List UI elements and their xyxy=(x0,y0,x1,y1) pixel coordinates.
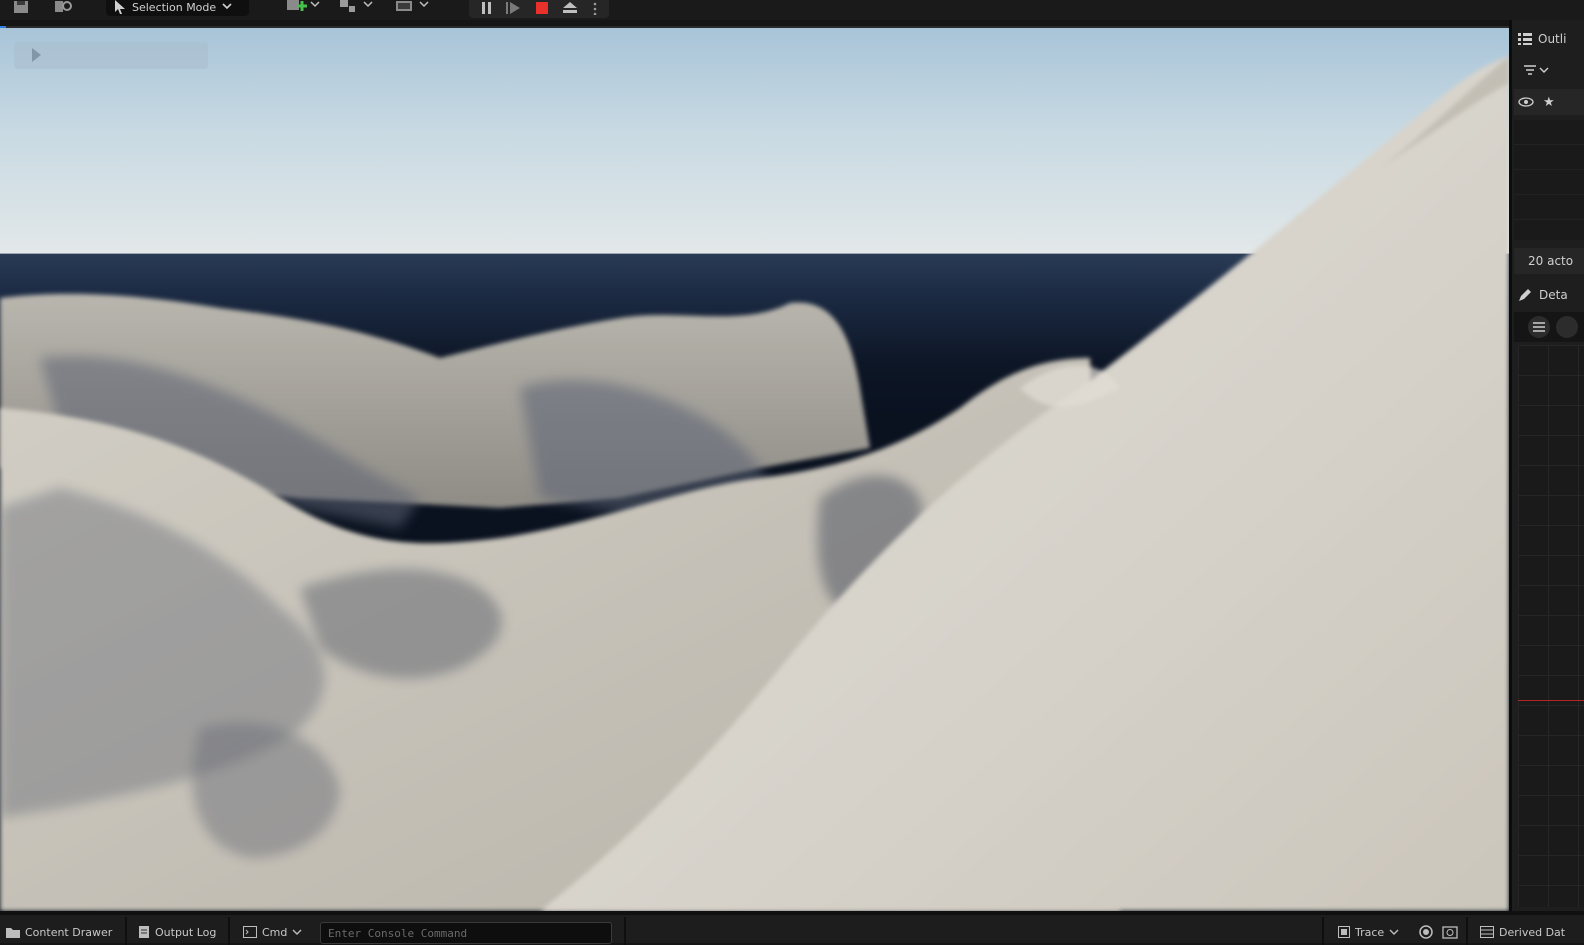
main-toolbar: Selection Mode xyxy=(0,0,1584,20)
details-grid xyxy=(1518,345,1584,907)
list-row[interactable] xyxy=(1514,145,1584,170)
outliner-title: Outli xyxy=(1538,32,1567,46)
selection-mode-dropdown[interactable]: Selection Mode xyxy=(106,0,249,16)
right-side-panel: Outli ★ 20 acto Deta xyxy=(1509,20,1584,911)
add-actor-button[interactable] xyxy=(282,0,322,16)
viewport-options-bar[interactable] xyxy=(14,42,208,69)
details-list-view-button[interactable] xyxy=(1528,316,1550,338)
separator xyxy=(125,917,127,945)
separator xyxy=(624,917,626,945)
output-log-label: Output Log xyxy=(155,925,217,939)
more-options-icon[interactable] xyxy=(587,0,603,16)
list-row[interactable] xyxy=(1514,195,1584,220)
chevron-down-icon xyxy=(292,929,302,935)
console-placeholder: Enter Console Command xyxy=(328,926,468,940)
trace-icon xyxy=(1338,926,1350,938)
list-view-icon xyxy=(1533,322,1545,332)
console-command-input[interactable]: Enter Console Command xyxy=(320,922,612,944)
level-viewport[interactable] xyxy=(0,28,1509,911)
separator xyxy=(1322,917,1324,945)
trace-dropdown[interactable]: Trace xyxy=(1338,921,1399,943)
chevron-down-icon xyxy=(222,3,232,10)
snapshot-button[interactable] xyxy=(1442,921,1458,943)
derived-data-label: Derived Dat xyxy=(1499,925,1566,939)
cursor-icon xyxy=(115,0,125,14)
stop-button[interactable] xyxy=(531,0,553,16)
skip-frame-button[interactable] xyxy=(503,0,525,16)
details-settings-button[interactable] xyxy=(1556,316,1578,338)
list-row[interactable] xyxy=(1514,120,1584,145)
camera-icon xyxy=(1442,926,1458,939)
outliner-list xyxy=(1514,120,1584,240)
pause-button[interactable] xyxy=(477,0,497,16)
actor-count: 20 acto xyxy=(1528,254,1574,268)
record-button[interactable] xyxy=(1419,921,1433,943)
stop-icon xyxy=(536,2,548,14)
database-icon xyxy=(1480,926,1494,938)
cinematics-button[interactable] xyxy=(392,0,432,16)
list-row[interactable] xyxy=(1514,170,1584,195)
eject-icon xyxy=(563,2,577,13)
chevron-down-icon xyxy=(1389,929,1399,935)
details-title: Deta xyxy=(1539,288,1568,302)
record-icon xyxy=(1419,925,1433,939)
separator xyxy=(1466,917,1468,945)
cmd-dropdown[interactable]: Cmd xyxy=(243,921,302,943)
play-options-icon[interactable] xyxy=(32,48,41,62)
browse-icon[interactable] xyxy=(52,0,76,16)
visibility-eye-icon[interactable] xyxy=(1518,97,1534,107)
outliner-filter-button[interactable] xyxy=(1524,58,1550,84)
derived-data-button[interactable]: Derived Dat xyxy=(1480,921,1565,943)
content-drawer-button[interactable]: Content Drawer xyxy=(6,921,112,943)
pencil-icon xyxy=(1519,289,1531,301)
eject-button[interactable] xyxy=(559,0,581,16)
cmd-label: Cmd xyxy=(262,925,288,939)
filter-icon xyxy=(1524,65,1549,75)
play-controls xyxy=(469,0,609,18)
trace-label: Trace xyxy=(1355,925,1385,939)
blueprint-button[interactable] xyxy=(336,0,376,16)
outliner-tab[interactable]: Outli xyxy=(1518,26,1566,52)
pause-icon xyxy=(482,2,491,14)
output-log-button[interactable]: Output Log xyxy=(138,921,216,943)
status-bar: Content Drawer Output Log Cmd Enter Cons… xyxy=(0,911,1584,945)
pin-star-icon[interactable]: ★ xyxy=(1543,95,1555,110)
details-tab[interactable]: Deta xyxy=(1518,282,1568,308)
folder-icon xyxy=(6,928,20,938)
terminal-icon xyxy=(243,926,257,938)
separator xyxy=(228,917,230,945)
save-icon[interactable] xyxy=(10,0,32,16)
blueprint-icon xyxy=(340,0,373,12)
actor-count-bar: 20 acto xyxy=(1514,248,1584,274)
outliner-icon xyxy=(1518,33,1532,45)
clapper-icon xyxy=(396,1,429,11)
log-icon xyxy=(139,926,149,938)
skip-frame-icon xyxy=(506,2,520,14)
add-actor-icon xyxy=(287,0,320,11)
terrain-render xyxy=(0,56,1509,911)
content-drawer-label: Content Drawer xyxy=(25,925,113,939)
selection-mode-label: Selection Mode xyxy=(132,0,217,14)
outliner-header: ★ xyxy=(1514,89,1584,115)
details-toolbar xyxy=(1514,312,1584,342)
axis-line xyxy=(1518,700,1584,701)
